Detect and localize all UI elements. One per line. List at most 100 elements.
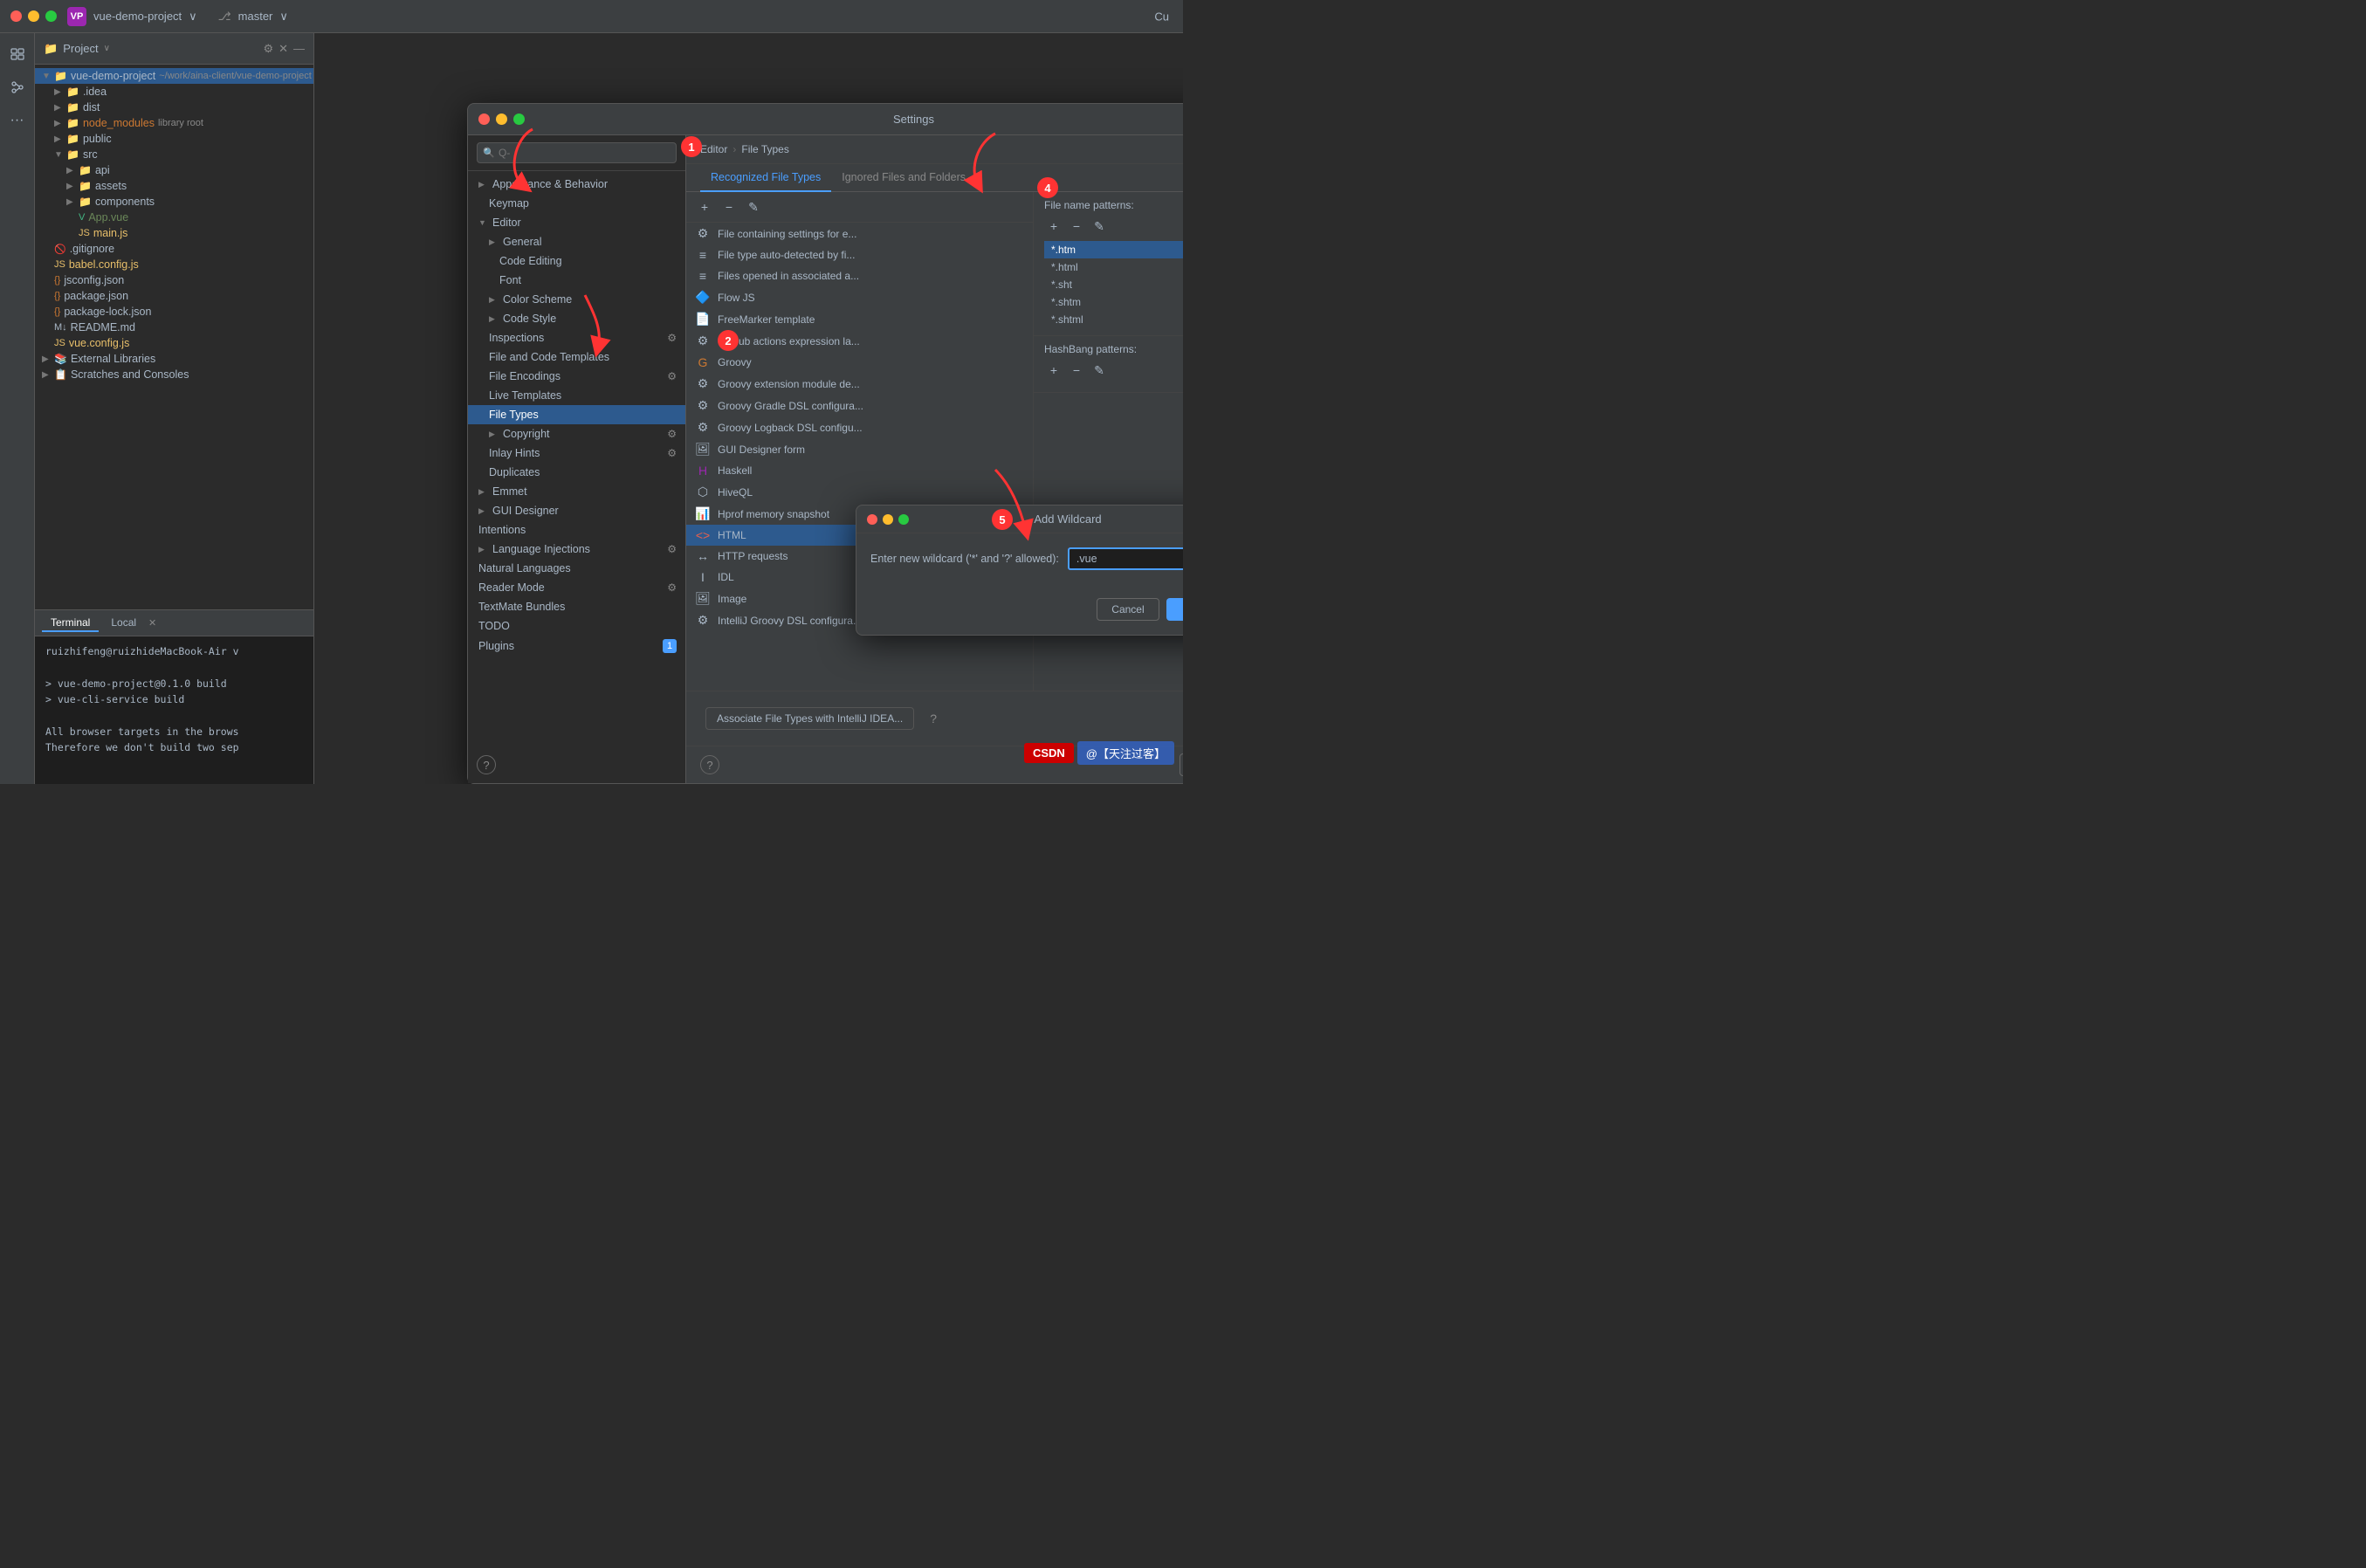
wildcard-input[interactable] bbox=[1068, 547, 1183, 570]
nav-item-emmet[interactable]: ▶ Emmet bbox=[468, 482, 685, 501]
edit-pattern-btn[interactable]: ✎ bbox=[1090, 217, 1109, 236]
ft-item-groovy-ext[interactable]: ⚙ Groovy extension module de... bbox=[686, 373, 1033, 395]
nav-item-intentions[interactable]: Intentions bbox=[468, 520, 685, 540]
tree-item-idea[interactable]: ▶ 📁 .idea bbox=[35, 84, 313, 100]
tab-terminal[interactable]: Terminal bbox=[42, 615, 99, 632]
tree-item-root[interactable]: ▼ 📁 vue-demo-project ~/work/aina-client/… bbox=[35, 68, 313, 84]
ft-item-groovy[interactable]: G Groovy bbox=[686, 352, 1033, 373]
cancel-btn[interactable]: Cancel bbox=[1180, 753, 1183, 776]
help-btn[interactable]: ? bbox=[700, 755, 719, 774]
terminal-close-icon[interactable]: ✕ bbox=[148, 617, 156, 629]
add-hashbang-btn[interactable]: + bbox=[1044, 361, 1063, 380]
project-view-icon[interactable] bbox=[3, 40, 31, 68]
wildcard-cancel-btn[interactable]: Cancel bbox=[1097, 598, 1159, 621]
nav-item-textmate-bundles[interactable]: TextMate Bundles bbox=[468, 597, 685, 616]
tree-item-external-libs[interactable]: ▶ 📚 External Libraries bbox=[35, 351, 313, 367]
nav-item-todo[interactable]: TODO bbox=[468, 616, 685, 636]
settings-help-btn[interactable]: ? bbox=[477, 755, 496, 774]
footer-buttons: Cancel OK bbox=[1180, 753, 1183, 776]
ft-item-groovy-logback[interactable]: ⚙ Groovy Logback DSL configu... bbox=[686, 416, 1033, 438]
nav-item-file-encodings[interactable]: File Encodings ⚙ bbox=[468, 367, 685, 386]
nav-item-plugins[interactable]: Plugins 1 bbox=[468, 636, 685, 657]
ft-item-gui-designer-form[interactable]: 🖼 GUI Designer form bbox=[686, 438, 1033, 460]
dialog-close[interactable] bbox=[478, 113, 490, 125]
tab-ignored-files[interactable]: Ignored Files and Folders bbox=[831, 164, 976, 192]
ft-item-settings[interactable]: ⚙ File containing settings for e... bbox=[686, 223, 1033, 244]
ft-item-freemarker[interactable]: 📄 FreeMarker template bbox=[686, 308, 1033, 330]
tree-item-scratches[interactable]: ▶ 📋 Scratches and Consoles bbox=[35, 367, 313, 382]
gear-icon[interactable]: ⚙ bbox=[263, 42, 273, 56]
tree-item-node-modules[interactable]: ▶ 📁 node_modules library root bbox=[35, 115, 313, 131]
nav-item-keymap[interactable]: Keymap bbox=[468, 194, 685, 213]
tree-item-src[interactable]: ▼ 📁 src bbox=[35, 147, 313, 162]
nav-item-natural-languages[interactable]: Natural Languages bbox=[468, 559, 685, 578]
tree-item-vue-config[interactable]: JS vue.config.js bbox=[35, 335, 313, 351]
more-icon[interactable]: ··· bbox=[3, 107, 31, 134]
pattern-item-htm[interactable]: *.htm bbox=[1044, 241, 1183, 258]
maximize-button[interactable] bbox=[45, 10, 57, 22]
tree-item-api[interactable]: ▶ 📁 api bbox=[35, 162, 313, 178]
add-filetype-btn[interactable]: + bbox=[695, 197, 714, 217]
nav-item-general[interactable]: ▶ General bbox=[468, 232, 685, 251]
minus-icon[interactable]: — bbox=[293, 42, 305, 56]
remove-filetype-btn[interactable]: − bbox=[719, 197, 739, 217]
tree-item-gitignore[interactable]: 🚫 .gitignore bbox=[35, 241, 313, 257]
wildcard-min[interactable] bbox=[883, 514, 893, 525]
annotation-1: 1 bbox=[681, 136, 702, 157]
tab-recognized-file-types[interactable]: Recognized File Types bbox=[700, 164, 831, 192]
nav-item-inlay-hints[interactable]: Inlay Hints ⚙ bbox=[468, 444, 685, 463]
tree-item-public[interactable]: ▶ 📁 public bbox=[35, 131, 313, 147]
associate-help-icon[interactable]: ? bbox=[930, 712, 937, 726]
tree-item-package[interactable]: {} package.json bbox=[35, 288, 313, 304]
tree-item-components[interactable]: ▶ 📁 components bbox=[35, 194, 313, 210]
ft-item-auto-detected[interactable]: ≡ File type auto-detected by fi... bbox=[686, 244, 1033, 265]
tree-item-app-vue[interactable]: V App.vue bbox=[35, 210, 313, 225]
pattern-item-html[interactable]: *.html bbox=[1044, 258, 1183, 276]
remove-pattern-btn[interactable]: − bbox=[1067, 217, 1086, 236]
ft-item-associated[interactable]: ≡ Files opened in associated a... bbox=[686, 265, 1033, 286]
nav-item-gui-designer[interactable]: ▶ GUI Designer bbox=[468, 501, 685, 520]
tree-item-jsconfig[interactable]: {} jsconfig.json bbox=[35, 272, 313, 288]
nav-item-code-editing[interactable]: Code Editing bbox=[468, 251, 685, 271]
ft-item-groovy-gradle[interactable]: ⚙ Groovy Gradle DSL configura... bbox=[686, 395, 1033, 416]
tree-item-package-lock[interactable]: {} package-lock.json bbox=[35, 304, 313, 320]
wildcard-max[interactable] bbox=[898, 514, 909, 525]
watermark: CSDN @【天注过客】 bbox=[1024, 741, 1174, 765]
add-pattern-btn[interactable]: + bbox=[1044, 217, 1063, 236]
pattern-item-shtm[interactable]: *.shtm bbox=[1044, 293, 1183, 311]
remove-hashbang-btn[interactable]: − bbox=[1067, 361, 1086, 380]
structure-icon[interactable] bbox=[3, 73, 31, 101]
wildcard-close[interactable] bbox=[867, 514, 877, 525]
tree-item-babel[interactable]: JS babel.config.js bbox=[35, 257, 313, 272]
tree-item-dist[interactable]: ▶ 📁 dist bbox=[35, 100, 313, 115]
arrow-5-svg bbox=[952, 461, 1039, 548]
nav-item-reader-mode[interactable]: Reader Mode ⚙ bbox=[468, 578, 685, 597]
pattern-item-shtml[interactable]: *.shtml bbox=[1044, 311, 1183, 328]
edit-filetype-btn[interactable]: ✎ bbox=[744, 197, 763, 217]
badge-icon: ⚙ bbox=[667, 581, 677, 594]
project-header: 📁 Project ∨ ⚙ ✕ — bbox=[35, 33, 313, 65]
nav-item-duplicates[interactable]: Duplicates bbox=[468, 463, 685, 482]
wildcard-ok-btn[interactable]: OK bbox=[1166, 598, 1183, 621]
close-button[interactable] bbox=[10, 10, 22, 22]
minimize-button[interactable] bbox=[28, 10, 39, 22]
settings-title: Settings bbox=[525, 113, 1183, 126]
close-icon[interactable]: ✕ bbox=[279, 42, 288, 56]
associate-file-types-btn[interactable]: Associate File Types with IntelliJ IDEA.… bbox=[705, 707, 914, 730]
nav-item-copyright[interactable]: ▶ Copyright ⚙ bbox=[468, 424, 685, 444]
nav-item-file-types[interactable]: File Types bbox=[468, 405, 685, 424]
nav-item-language-injections[interactable]: ▶ Language Injections ⚙ bbox=[468, 540, 685, 559]
nav-item-editor[interactable]: ▼ Editor bbox=[468, 213, 685, 232]
tree-item-main-js[interactable]: JS main.js bbox=[35, 225, 313, 241]
nav-item-live-templates[interactable]: Live Templates bbox=[468, 386, 685, 405]
pattern-item-sht[interactable]: *.sht bbox=[1044, 276, 1183, 293]
edit-hashbang-btn[interactable]: ✎ bbox=[1090, 361, 1109, 380]
project-selector[interactable]: VP vue-demo-project ∨ ⎇ master ∨ bbox=[67, 7, 288, 26]
tab-local[interactable]: Local bbox=[102, 615, 145, 632]
file-icon: ≡ bbox=[695, 248, 711, 262]
tree-item-readme[interactable]: M↓ README.md bbox=[35, 320, 313, 335]
breadcrumb-editor[interactable]: Editor bbox=[700, 143, 727, 155]
folder-icon: 📁 bbox=[66, 86, 79, 98]
tree-item-assets[interactable]: ▶ 📁 assets bbox=[35, 178, 313, 194]
ft-item-flowjs[interactable]: 🔷 Flow JS bbox=[686, 286, 1033, 308]
